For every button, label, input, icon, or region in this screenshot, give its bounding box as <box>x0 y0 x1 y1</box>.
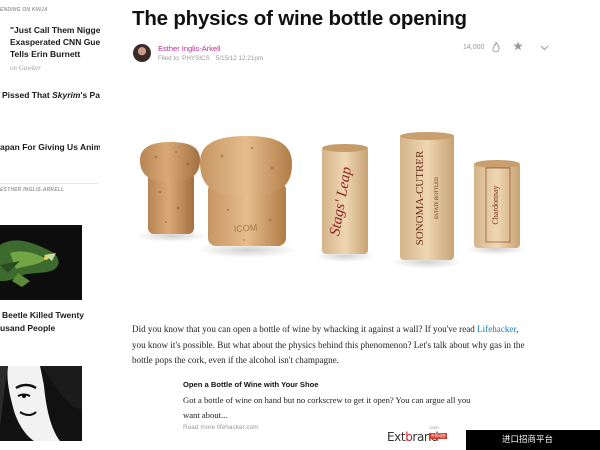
star-icon[interactable] <box>513 41 523 53</box>
filed-to-label[interactable]: Filed to: PHYSICS <box>158 55 210 62</box>
more-from-author-label: ESTHER INGLIS-ARKELL <box>0 187 65 193</box>
article-title: The physics of wine bottle opening <box>132 7 467 30</box>
svg-text:ICOM: ICOM <box>233 222 257 234</box>
publish-date[interactable]: 5/15/12 12:21pm <box>216 55 263 62</box>
left-rail: ENDING ON KINJA "Just Call Them Niggers,… <box>0 0 100 450</box>
rail-story-2-text-end: 's Paid <box>80 90 100 100</box>
rail-story-2-text: Pissed That <box>2 90 53 100</box>
cork-5-text: Chardonnay <box>491 185 500 224</box>
rail-story-2-em: Skyrim <box>52 90 81 100</box>
article-hero-image: ICOM Stags' Leap SONOMA-CUTRER ESTATE BO… <box>132 112 526 310</box>
logo-text-1: Ext <box>387 430 406 444</box>
cork-1 <box>140 142 200 234</box>
rail-thumb-illustration[interactable] <box>0 366 82 441</box>
author-avatar[interactable] <box>133 44 151 62</box>
article-paragraph: Did you know that you can open a bottle … <box>132 322 532 369</box>
logo-domain: .com <box>429 426 439 431</box>
view-count: 14,000 <box>463 44 485 51</box>
rail-story-1-line2[interactable]: Exasperated CNN Guest <box>10 37 100 48</box>
rail-thumb-dragon[interactable] <box>0 225 82 300</box>
promo-badge[interactable]: 进口招商平台 <box>466 430 600 450</box>
rail-story-2[interactable]: Pissed That Skyrim's Paid <box>2 90 100 101</box>
author-name[interactable]: Esther Inglis-Arkell <box>158 44 221 53</box>
cork-4-subtext: ESTATE BOTTLED <box>435 177 440 219</box>
rail-story-1-line3[interactable]: Tells Erin Burnett <box>10 49 80 60</box>
rail-story-1-source: on Gawker <box>10 64 41 72</box>
article-paragraph-text: Did you know that you can open a bottle … <box>132 324 478 334</box>
filed-to: Filed to: PHYSICS 5/15/12 12:21pm <box>158 55 263 62</box>
embed-title[interactable]: Open a Bottle of Wine with Your Shoe <box>183 380 483 389</box>
rail-story-1-line1[interactable]: "Just Call Them Niggers," <box>10 25 100 36</box>
lifehacker-link[interactable]: Lifehacker <box>477 324 516 334</box>
cork-3: Stags' Leap <box>322 144 368 254</box>
cork-2: ICOM <box>200 136 292 246</box>
flame-icon <box>492 41 500 54</box>
embed-description: Got a bottle of wine on hand but no cork… <box>183 395 471 420</box>
embedded-link-card[interactable]: Open a Bottle of Wine with Your Shoe Got… <box>183 380 483 431</box>
trending-label: ENDING ON KINJA <box>0 7 48 13</box>
logo-tag: 外贸动态 <box>429 433 448 439</box>
extbrand-logo: Extbrand .com 外贸动态 <box>387 426 448 444</box>
rail-story-4-line1[interactable]: Beetle Killed Twenty <box>2 310 84 321</box>
rail-divider <box>0 183 98 184</box>
chevron-down-icon[interactable] <box>540 43 549 53</box>
rail-story-3[interactable]: apan For Giving Us Anime <box>0 142 100 153</box>
cork-4: SONOMA-CUTRER ESTATE BOTTLED <box>400 132 454 260</box>
cork-4-text: SONOMA-CUTRER <box>414 150 426 245</box>
rail-story-4-line2[interactable]: usand People <box>0 323 55 334</box>
cork-5: Chardonnay <box>474 160 520 248</box>
